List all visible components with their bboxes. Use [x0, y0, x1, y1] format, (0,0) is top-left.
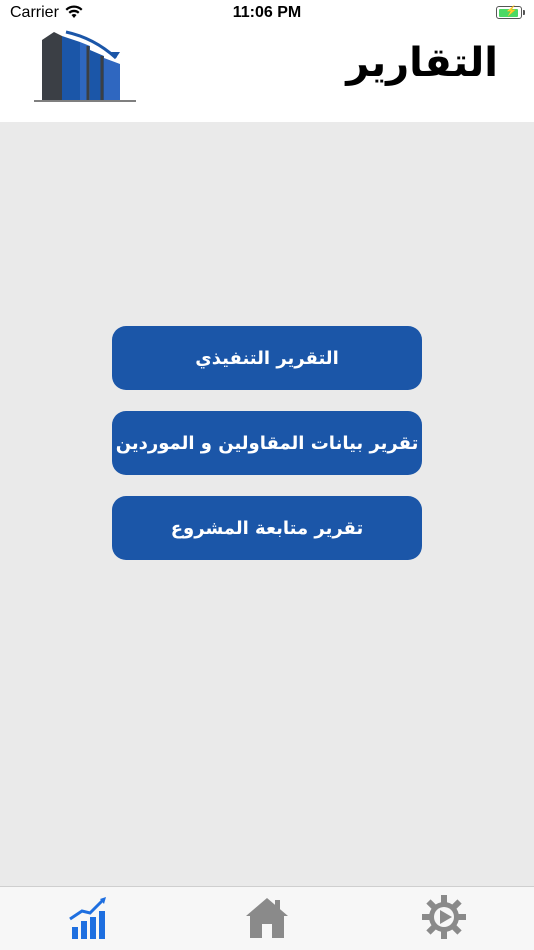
battery-icon: ⚡ [496, 6, 525, 19]
executive-report-button[interactable]: التقرير التنفيذي [112, 326, 422, 390]
tab-bar [0, 886, 534, 950]
tab-reports[interactable] [60, 893, 116, 945]
reports-panel: التقرير التنفيذي تقرير بيانات المقاولين … [0, 122, 534, 886]
chart-growth-icon [64, 893, 112, 945]
tab-settings[interactable] [416, 893, 472, 945]
tab-home[interactable] [239, 893, 295, 945]
gear-icon [420, 893, 468, 945]
clock: 11:06 PM [232, 4, 302, 21]
project-followup-report-button[interactable]: تقرير متابعة المشروع [112, 496, 422, 560]
home-icon [244, 894, 290, 944]
status-bar: Carrier 11:06 PM ⚡ [0, 0, 534, 28]
contractors-suppliers-report-button[interactable]: تقرير بيانات المقاولين و الموردين [112, 411, 422, 475]
building-growth-logo [32, 28, 136, 104]
page-title: التقارير [346, 40, 498, 86]
charging-bolt-icon: ⚡ [505, 6, 518, 17]
header: التقارير [0, 28, 534, 122]
